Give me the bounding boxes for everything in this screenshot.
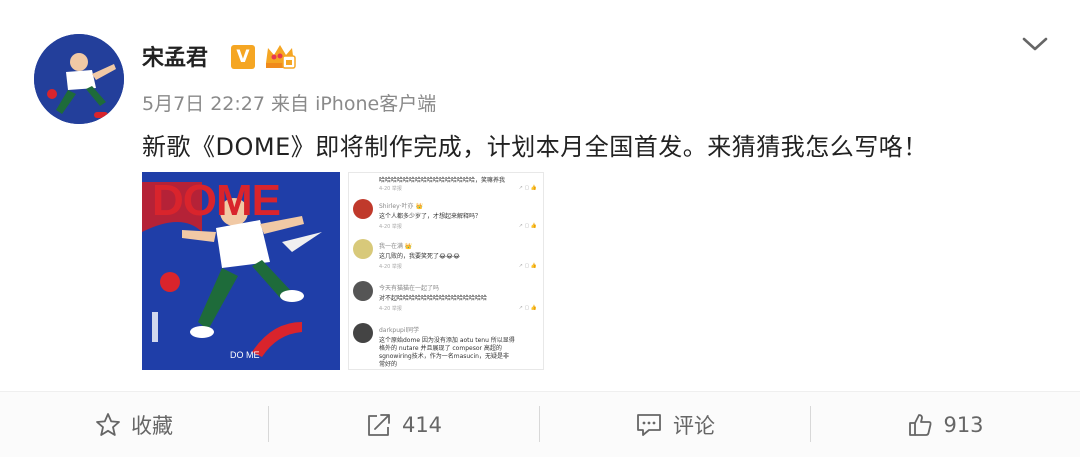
favorite-button[interactable]: 收藏 [0, 392, 268, 457]
comment-name: darkpupil同学 [379, 327, 420, 334]
comment-item: 今天有猫猫在一起了吗 对不起哈哈哈哈哈哈哈哈哈哈哈哈哈哈哈 4-20 举报 ↗ … [353, 281, 541, 317]
repost-count: 414 [401, 412, 443, 437]
chevron-down-icon[interactable] [1020, 34, 1050, 54]
post-content: 新歌《DOME》即将制作完成，计划本月全国首发。来猜猜我怎么写咯！ [142, 133, 928, 161]
comment-name: Shirley·叶亦 👑 [379, 203, 423, 210]
comment-text: 对不起哈哈哈哈哈哈哈哈哈哈哈哈哈哈哈 [379, 295, 488, 302]
comment-avatar [353, 199, 373, 219]
avatar[interactable] [34, 34, 124, 124]
comment-item: 哈哈哈哈哈哈哈哈哈哈哈哈哈哈哈哈，笑嘛养我 4-20 举报 ↗ ▢ 👍 [353, 175, 541, 197]
share-icon [368, 413, 390, 436]
comment-icon [637, 413, 661, 436]
comment-button[interactable]: 评论 [540, 392, 810, 457]
comment-actions: ↗ ▢ 👍 [518, 263, 537, 269]
post-meta: 5月7日 22:27 来自 iPhone客户端 [142, 89, 436, 116]
comment-text: sgnowiring技术，作为一名masucin，无疑是非 [379, 353, 509, 360]
crown-icon [266, 45, 296, 69]
comment-avatar [353, 323, 373, 343]
comment-text: 这几败的，我要笑死了😂😂😂 [379, 253, 461, 260]
post-source: 来自 iPhone客户端 [271, 93, 437, 115]
album-title: DOME [152, 176, 281, 225]
star-icon [96, 412, 120, 436]
action-bar: 收藏 414 评论 913 [0, 391, 1080, 457]
comment-foot: 4-20 举报 [379, 264, 402, 270]
album-cover-image[interactable]: DOME DO ME [142, 172, 340, 370]
comment-text: 常好的 [379, 361, 398, 368]
comment-label: 评论 [673, 413, 715, 438]
thumbs-up-icon [909, 413, 932, 436]
comment-item: Shirley·叶亦 👑 这个人都多少岁了，才想起来解释吗？ 4-20 举报 ↗… [353, 199, 541, 235]
comment-name: 今天有猫猫在一起了吗 [379, 285, 440, 292]
album-foot-text: DO ME [230, 350, 260, 360]
comments-screenshot-image[interactable]: 哈哈哈哈哈哈哈哈哈哈哈哈哈哈哈哈，笑嘛养我 4-20 举报 ↗ ▢ 👍 Shir… [348, 172, 544, 370]
comment-item: darkpupil同学 这个原始dome 因为没有添加 aotu tenu 所以… [353, 323, 541, 369]
weibo-post: 宋孟君 V 5月7日 22:27 来自 iPhone客户端 新歌《DOME》即将… [0, 0, 1080, 390]
comment-actions: ↗ ▢ 👍 [518, 223, 537, 229]
favorite-label: 收藏 [131, 413, 173, 438]
post-timestamp[interactable]: 5月7日 22:27 [142, 93, 265, 115]
comment-item: 我一在满 👑 这几败的，我要笑死了😂😂😂 4-20 举报 ↗ ▢ 👍 [353, 239, 541, 275]
like-button[interactable]: 913 [811, 392, 1080, 457]
comment-avatar [353, 239, 373, 259]
avatar-image [34, 34, 124, 124]
comment-text: 哈哈哈哈哈哈哈哈哈哈哈哈哈哈哈哈，笑嘛养我 [379, 177, 506, 184]
username[interactable]: 宋孟君 [142, 40, 208, 72]
comment-avatar [353, 281, 373, 301]
comment-name: 我一在满 👑 [379, 243, 413, 250]
repost-button[interactable]: 414 [269, 392, 539, 457]
comment-foot: 4-20 举报 [379, 186, 402, 192]
like-count: 913 [943, 412, 984, 437]
comment-text: 这个人都多少岁了，才想起来解释吗？ [379, 213, 482, 220]
verified-badge-icon: V [231, 45, 255, 69]
comment-foot: 4-20 举报 [379, 306, 402, 312]
comment-actions: ↗ ▢ 👍 [518, 305, 537, 311]
comment-actions: ↗ ▢ 👍 [518, 185, 537, 191]
comment-foot: 4-20 举报 [379, 224, 402, 230]
